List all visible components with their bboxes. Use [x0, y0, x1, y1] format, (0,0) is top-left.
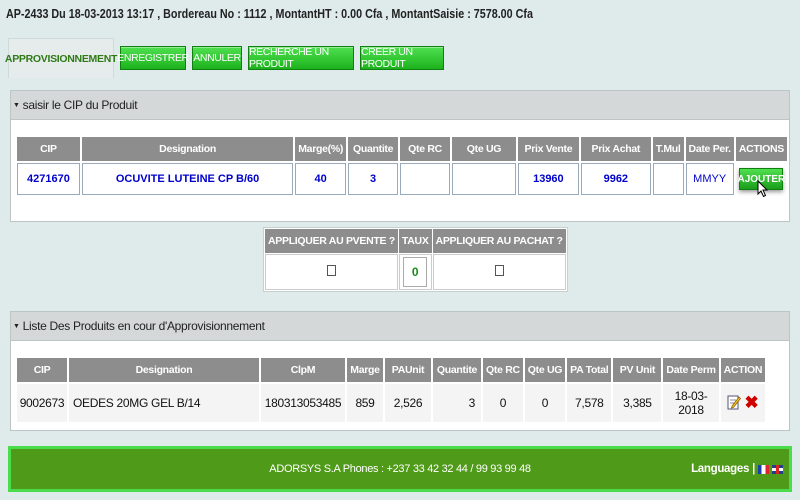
taux-input[interactable]: 0 [403, 257, 428, 287]
prix-vente-input[interactable]: 13960 [517, 163, 579, 195]
designation-input[interactable]: OCUVITE LUTEINE CP B/60 [81, 163, 294, 195]
col-cip: CIP [17, 137, 80, 161]
col-t-mul: T.Mul [652, 137, 684, 161]
col-pa-total: PA Total [567, 358, 612, 382]
cip-section-title: saisir le CIP du Produit [22, 98, 138, 112]
cip-section-header[interactable]: ▼ saisir le CIP du Produit [10, 90, 790, 120]
col-qte-ug: Qte UG [452, 137, 516, 161]
col-apply-pvente: APPLIQUER AU PVENTE ? [265, 229, 398, 253]
row-qte-rc: 0 [483, 384, 523, 422]
document-summary: AP-2433 Du 18-03-2013 13:17 , Bordereau … [6, 7, 533, 21]
col-prix-achat: Prix Achat [580, 137, 651, 161]
col-date-perm: Date Perm [663, 358, 719, 382]
cip-entry-panel: CIP Designation Marge(%) Quantite Qte RC… [10, 120, 790, 222]
english-flag-icon[interactable] [772, 464, 783, 474]
french-flag-icon[interactable] [758, 464, 769, 474]
prix-achat-input[interactable]: 9962 [580, 163, 651, 195]
col-designation: Designation [69, 358, 259, 382]
apply-pachat-checkbox[interactable] [494, 265, 504, 276]
row-cip: 9002673 [17, 384, 67, 422]
create-product-button[interactable]: CREER UN PRODUIT [360, 46, 444, 70]
search-product-button[interactable]: RECHERCHE UN PRODUIT [248, 46, 354, 70]
list-section-header[interactable]: ▼ Liste Des Produits en cour d'Approvisi… [10, 311, 790, 341]
row-marge: 859 [347, 384, 383, 422]
footer: ADORSYS S.A Phones : +237 33 42 32 44 / … [8, 446, 792, 492]
product-list-table: CIP Designation ClpM Marge PAUnit Quanti… [15, 356, 767, 424]
col-marge: Marge(%) [295, 137, 347, 161]
delete-icon[interactable]: ✖ [744, 393, 758, 413]
col-date-per: Date Per. [685, 137, 734, 161]
qte-ug-input[interactable] [452, 163, 516, 195]
cancel-button[interactable]: ANNULER [192, 46, 242, 70]
separator: | [752, 463, 755, 475]
list-section-title: Liste Des Produits en cour d'Approvision… [22, 319, 265, 333]
row-pa-total: 7,578 [567, 384, 612, 422]
toolbar: APPROVISIONNEMENT ENREGISTRER ANNULER RE… [5, 38, 444, 78]
tab-approvisionnement[interactable]: APPROVISIONNEMENT [5, 38, 117, 78]
collapse-triangle-icon: ▼ [13, 322, 20, 330]
row-qte-ug: 0 [524, 384, 566, 422]
row-actions: ✖ [720, 384, 766, 422]
row-paunit: 2,526 [385, 384, 431, 422]
footer-bar: ADORSYS S.A Phones : +237 33 42 32 44 / … [11, 449, 789, 489]
col-prix-vente: Prix Vente [517, 137, 579, 161]
col-designation: Designation [81, 137, 294, 161]
row-date-perm: 18-03-2018 [663, 384, 719, 422]
table-row: 9002673 OEDES 20MG GEL B/14 180313053485… [17, 384, 766, 422]
languages-label: Languages [691, 463, 750, 475]
footer-contact-text: ADORSYS S.A Phones : +237 33 42 32 44 / … [269, 463, 531, 475]
language-switcher: Languages | [691, 449, 783, 489]
col-taux: TAUX [398, 229, 432, 253]
col-clpm: ClpM [261, 358, 345, 382]
col-actions: ACTIONS [735, 137, 787, 161]
col-qte-rc: Qte RC [400, 137, 451, 161]
cip-entry-table: CIP Designation Marge(%) Quantite Qte RC… [15, 135, 789, 197]
apply-pvente-cell [265, 254, 398, 290]
apply-pachat-cell [432, 254, 566, 290]
apply-options-table: APPLIQUER AU PVENTE ? TAUX APPLIQUER AU … [264, 228, 567, 291]
edit-icon[interactable] [727, 394, 742, 413]
quantite-input[interactable]: 3 [348, 163, 399, 195]
save-button[interactable]: ENREGISTRER [117, 46, 189, 70]
product-list-panel: CIP Designation ClpM Marge PAUnit Quanti… [10, 341, 790, 431]
col-paunit: PAUnit [385, 358, 431, 382]
qte-rc-input[interactable] [400, 163, 451, 195]
col-quantite: Quantite [348, 137, 399, 161]
cip-input[interactable]: 4271670 [17, 163, 80, 195]
mouse-cursor-icon [757, 180, 769, 198]
col-action: ACTION [720, 358, 766, 382]
col-marge: Marge [347, 358, 383, 382]
row-quantite: 3 [433, 384, 481, 422]
col-apply-pachat: APPLIQUER AU PACHAT ? [432, 229, 566, 253]
date-per-input[interactable]: MMYY [685, 163, 734, 195]
taux-cell: 0 [398, 254, 432, 290]
col-qte-rc: Qte RC [483, 358, 523, 382]
col-qte-ug: Qte UG [524, 358, 566, 382]
row-designation: OEDES 20MG GEL B/14 [69, 384, 259, 422]
col-pv-unit: PV Unit [613, 358, 662, 382]
col-quantite: Quantite [433, 358, 481, 382]
row-clpm: 180313053485 [261, 384, 345, 422]
col-cip: CIP [17, 358, 67, 382]
collapse-triangle-icon: ▼ [13, 101, 20, 109]
row-pv-unit: 3,385 [613, 384, 662, 422]
t-mul-input[interactable] [652, 163, 684, 195]
apply-options-box: APPLIQUER AU PVENTE ? TAUX APPLIQUER AU … [263, 227, 568, 292]
marge-input[interactable]: 40 [295, 163, 347, 195]
apply-pvente-checkbox[interactable] [326, 265, 336, 276]
